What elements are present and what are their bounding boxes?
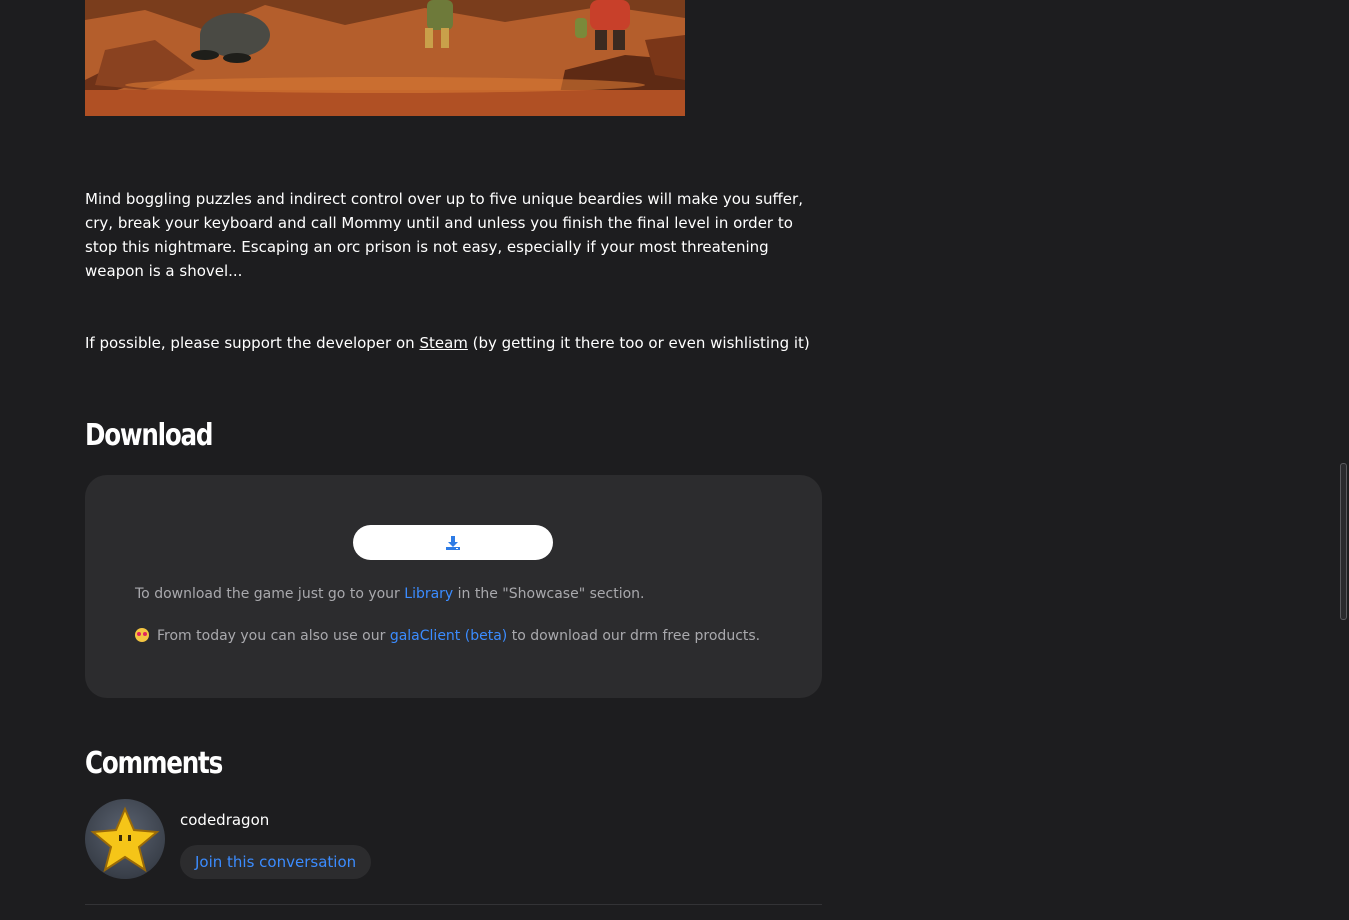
support-text-after: (by getting it there too or even wishlis…: [467, 334, 810, 352]
library-instruction: To download the game just go to your Lib…: [135, 586, 644, 602]
comment-username: codedragon: [180, 811, 270, 829]
galaclient-link[interactable]: galaClient (beta): [390, 628, 507, 644]
join-conversation-button[interactable]: Join this conversation: [180, 845, 372, 879]
support-note: If possible, please support the develope…: [85, 331, 825, 355]
scrollbar-thumb[interactable]: [1340, 463, 1347, 620]
support-text-before: If possible, please support the develope…: [85, 334, 420, 352]
divider: [85, 904, 822, 905]
library-link[interactable]: Library: [404, 586, 453, 602]
galaclient-note: From today you can also use our galaClie…: [135, 628, 760, 644]
download-icon: [446, 535, 460, 550]
download-button[interactable]: [353, 525, 553, 560]
star-avatar-icon: [90, 806, 160, 873]
game-screenshot-image: [85, 0, 685, 116]
library-text-before: To download the game just go to your: [135, 586, 405, 602]
galaclient-text-after: to download our drm free products.: [507, 628, 761, 644]
star-struck-emoji-icon: [135, 628, 149, 642]
steam-link[interactable]: Steam: [419, 334, 467, 352]
galaclient-text-before: From today you can also use our: [157, 628, 390, 644]
download-heading: Download: [85, 418, 213, 453]
page: Mind boggling puzzles and indirect contr…: [0, 0, 1349, 920]
comments-heading: Comments: [85, 746, 223, 781]
download-card: To download the game just go to your Lib…: [85, 475, 822, 698]
avatar: [85, 799, 165, 879]
game-description: Mind boggling puzzles and indirect contr…: [85, 190, 803, 280]
library-text-after: in the "Showcase" section.: [453, 586, 645, 602]
